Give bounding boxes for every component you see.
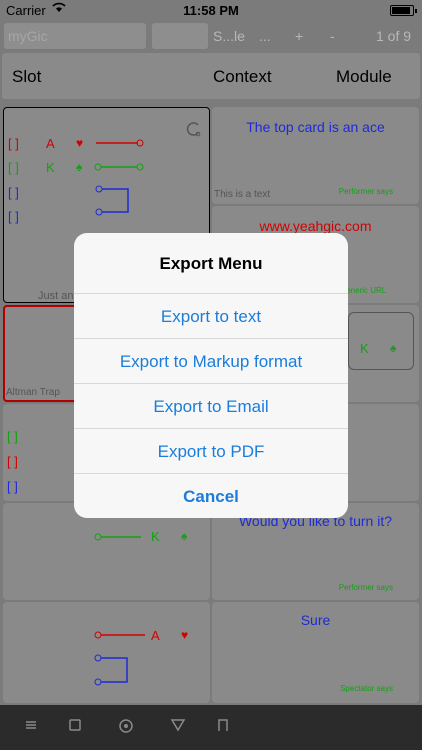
battery-level (392, 7, 410, 14)
context-card-1[interactable]: The top card is an ace This is a text Pe… (212, 107, 419, 204)
card-rank: A (46, 136, 55, 151)
module-tag: Performer says (338, 187, 393, 196)
cancel-button[interactable]: Cancel (74, 473, 348, 518)
more-button[interactable]: ... (259, 28, 271, 44)
remove-button[interactable]: - (330, 28, 335, 44)
card-rank: A (151, 628, 160, 643)
bottom-bar (0, 705, 422, 750)
card-text: Sure (300, 612, 331, 628)
select-button[interactable]: S...le (213, 28, 245, 44)
slot-bracket: [ ] (8, 209, 19, 224)
page-indicator: 1 of 9 (376, 28, 412, 44)
heart-icon: ♥ (76, 136, 84, 150)
card-caption: Altman Trap (6, 387, 60, 398)
slot-bracket: [ ] (7, 479, 18, 494)
export-to-markup-button[interactable]: Export to Markup format (74, 338, 348, 383)
card-text: The top card is an ace (246, 119, 385, 135)
dialog-title: Export Menu (159, 254, 263, 273)
deck-name-input[interactable]: myGic (4, 23, 146, 49)
export-to-email-button[interactable]: Export to Email (74, 383, 348, 428)
slot-bracket: [ ] (8, 160, 19, 175)
tab-slot[interactable]: Slot (12, 67, 41, 87)
connector-line (94, 163, 144, 171)
tab-context[interactable]: Context (213, 67, 272, 87)
slot-bracket: [ ] (7, 454, 18, 469)
playing-card (348, 312, 414, 370)
export-to-pdf-button[interactable]: Export to PDF (74, 428, 348, 473)
slot-bracket: [ ] (7, 429, 18, 444)
square-icon[interactable] (68, 718, 82, 737)
loop-connector (94, 654, 128, 686)
top-toolbar: myGic S...le ... + - 1 of 9 (0, 22, 422, 50)
card-rank: K (360, 341, 369, 356)
card-caption: Just an (38, 290, 74, 302)
circle-icon[interactable] (118, 718, 134, 739)
secondary-input[interactable] (152, 23, 208, 49)
clock: 11:58 PM (183, 3, 239, 18)
undo-icon[interactable] (184, 120, 202, 143)
context-card-6[interactable]: Sure Spectator says (212, 602, 419, 703)
bracket-icon[interactable] (216, 718, 230, 737)
loop-connector (95, 185, 129, 216)
slot-bracket: [ ] (8, 185, 19, 200)
tab-module[interactable]: Module (336, 67, 392, 87)
card-rank: K (151, 529, 160, 544)
heart-icon: ♥ (181, 628, 189, 642)
spade-icon: ♠ (390, 341, 397, 355)
spade-icon: ♠ (181, 529, 188, 543)
connector-line (96, 139, 144, 147)
connector-line (94, 631, 145, 639)
export-to-text-button[interactable]: Export to text (74, 293, 348, 338)
export-menu-dialog: Export Menu Export to text Export to Mar… (74, 233, 348, 518)
add-button[interactable]: + (295, 28, 303, 44)
spade-icon: ♠ (76, 160, 83, 174)
card-text: www.yeahgic.com (259, 218, 372, 234)
module-tag: Spectator says (340, 684, 393, 693)
card-subtext: This is a text (214, 189, 271, 200)
segment-bar: Slot Context Module (2, 53, 420, 99)
battery-icon (390, 5, 417, 16)
connector-line (94, 533, 141, 541)
card-rank: K (46, 160, 55, 175)
slot-bracket: [ ] (8, 136, 19, 151)
status-bar: Carrier 11:58 PM (0, 0, 422, 20)
slot-card-5[interactable]: A ♥ (3, 602, 210, 703)
menu-icon[interactable] (24, 718, 38, 737)
module-tag: Performer says (338, 583, 393, 592)
triangle-icon[interactable] (170, 718, 186, 737)
